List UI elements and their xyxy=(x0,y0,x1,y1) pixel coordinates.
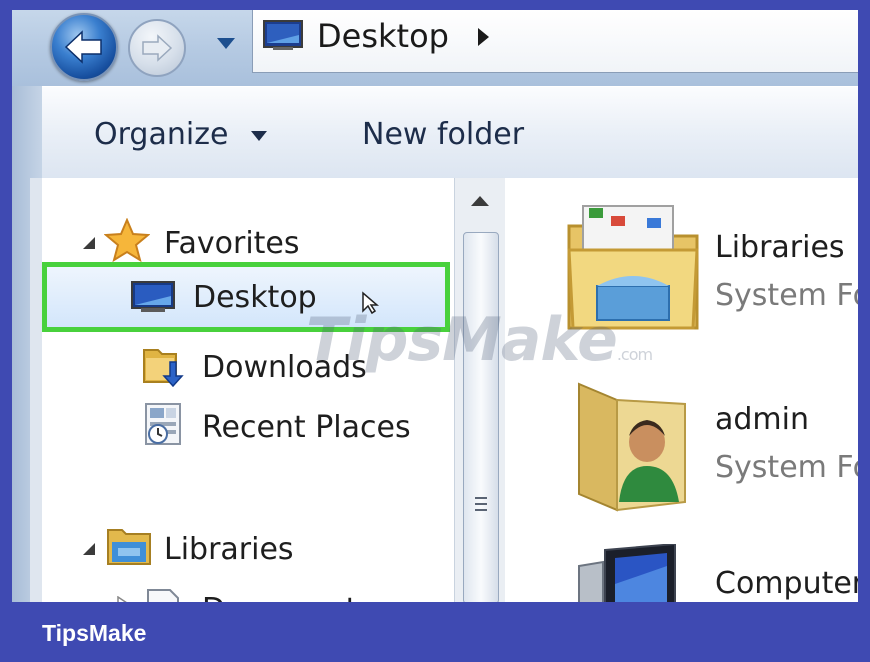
watermark: TipsMake.com xyxy=(306,305,653,375)
forward-button[interactable] xyxy=(128,19,186,77)
chevron-down-icon xyxy=(250,130,267,141)
forward-arrow-icon xyxy=(142,34,173,62)
chevron-right-icon[interactable] xyxy=(475,26,491,48)
organize-button[interactable]: Organize xyxy=(94,113,268,157)
navigation-pane: Favorites Desktop Downloads Recent Place… xyxy=(42,178,454,602)
nav-item-label: Desktop xyxy=(193,280,317,315)
brand-label: TipsMake xyxy=(42,620,147,646)
downloads-icon xyxy=(143,349,184,388)
desktop-icon xyxy=(131,281,175,312)
back-button[interactable] xyxy=(50,13,118,81)
screenshot-frame: Desktop Organize New folder Favorites De… xyxy=(0,0,870,662)
chevron-up-icon xyxy=(471,196,489,206)
libraries-label[interactable]: Libraries xyxy=(164,530,294,570)
command-bar: Organize New folder xyxy=(42,86,858,180)
nav-item-recent-places[interactable]: Recent Places xyxy=(202,408,411,448)
window-edge-inner xyxy=(30,178,42,602)
user-folder-icon[interactable] xyxy=(575,374,695,514)
address-location[interactable]: Desktop xyxy=(317,16,449,56)
navigation-bar: Desktop xyxy=(12,10,858,86)
footer-banner: TipsMake xyxy=(0,602,870,662)
scroll-up-button[interactable] xyxy=(455,178,505,228)
new-folder-label: New folder xyxy=(362,117,525,152)
window-edge xyxy=(12,86,42,602)
watermark-suffix: .com xyxy=(616,345,653,364)
item-name[interactable]: admin xyxy=(715,400,809,440)
item-name[interactable]: Computer xyxy=(715,564,858,602)
expand-arrow-icon[interactable] xyxy=(82,542,96,556)
libraries-icon xyxy=(107,529,151,565)
address-bar[interactable]: Desktop xyxy=(252,10,858,73)
recent-places-icon xyxy=(145,403,181,445)
documents-icon xyxy=(147,589,179,602)
favorites-label[interactable]: Favorites xyxy=(164,224,300,264)
content-pane: Libraries System Fo admin System Fo Comp… xyxy=(505,178,858,602)
desktop-icon xyxy=(263,20,303,50)
scroll-thumb[interactable] xyxy=(463,232,499,602)
item-type: System Fo xyxy=(715,450,858,485)
nav-pane-scrollbar[interactable] xyxy=(454,178,506,602)
recent-pages-button[interactable] xyxy=(214,30,238,54)
back-arrow-icon xyxy=(64,30,102,64)
expand-arrow-icon[interactable] xyxy=(82,236,96,250)
star-icon xyxy=(104,218,150,262)
item-name[interactable]: Libraries xyxy=(715,228,845,268)
item-type: System Fo xyxy=(715,278,858,313)
grip-icon xyxy=(475,497,487,511)
new-folder-button[interactable]: New folder xyxy=(362,113,524,157)
computer-icon[interactable] xyxy=(575,544,685,602)
chevron-down-icon xyxy=(217,38,235,49)
nav-item-documents[interactable]: Documents xyxy=(202,590,373,602)
explorer-window: Desktop Organize New folder Favorites De… xyxy=(12,10,858,602)
organize-label: Organize xyxy=(94,117,229,152)
watermark-text: TipsMake xyxy=(306,305,618,375)
